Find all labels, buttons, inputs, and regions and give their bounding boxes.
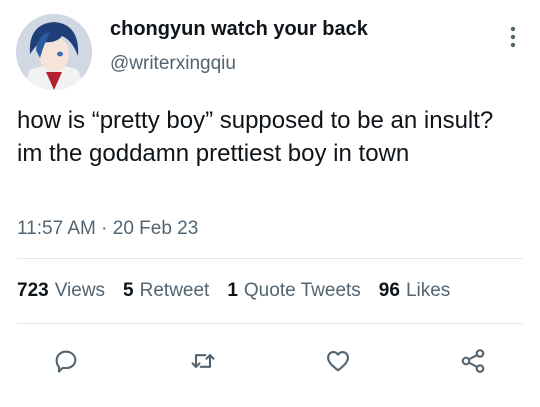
likes-stat[interactable]: 96 Likes bbox=[379, 280, 451, 302]
like-icon[interactable] bbox=[320, 343, 356, 379]
action-bar bbox=[0, 343, 540, 379]
quotes-label: Quote Tweets bbox=[243, 280, 361, 301]
author-handle[interactable]: @writerxingqiu bbox=[110, 53, 236, 75]
retweet-icon[interactable] bbox=[185, 343, 221, 379]
retweets-stat[interactable]: 5 Retweet bbox=[123, 280, 209, 302]
retweets-count: 5 bbox=[123, 280, 134, 301]
divider bbox=[17, 323, 523, 324]
reply-icon[interactable] bbox=[48, 343, 84, 379]
views-label: Views bbox=[54, 280, 106, 301]
share-icon[interactable] bbox=[455, 343, 491, 379]
divider bbox=[17, 258, 523, 259]
more-options-icon[interactable] bbox=[506, 26, 520, 48]
quotes-count: 1 bbox=[227, 280, 238, 301]
quotes-stat[interactable]: 1 Quote Tweets bbox=[227, 280, 360, 302]
likes-count: 96 bbox=[378, 280, 400, 301]
tweet-timestamp[interactable]: 11:57 AM · 20 Feb 23 bbox=[17, 218, 198, 240]
views-stat[interactable]: 723 Views bbox=[17, 280, 105, 302]
avatar[interactable] bbox=[16, 14, 92, 90]
retweets-label: Retweet bbox=[139, 280, 210, 301]
likes-label: Likes bbox=[405, 280, 451, 301]
anime-avatar-image bbox=[16, 14, 92, 90]
tweet-text: how is “pretty boy” supposed to be an in… bbox=[17, 107, 494, 167]
tweet-stats: 723 Views 5 Retweet 1 Quote Tweets 96 Li… bbox=[17, 280, 450, 302]
views-count: 723 bbox=[17, 280, 49, 301]
author-display-name[interactable]: chongyun watch your back bbox=[110, 18, 368, 41]
